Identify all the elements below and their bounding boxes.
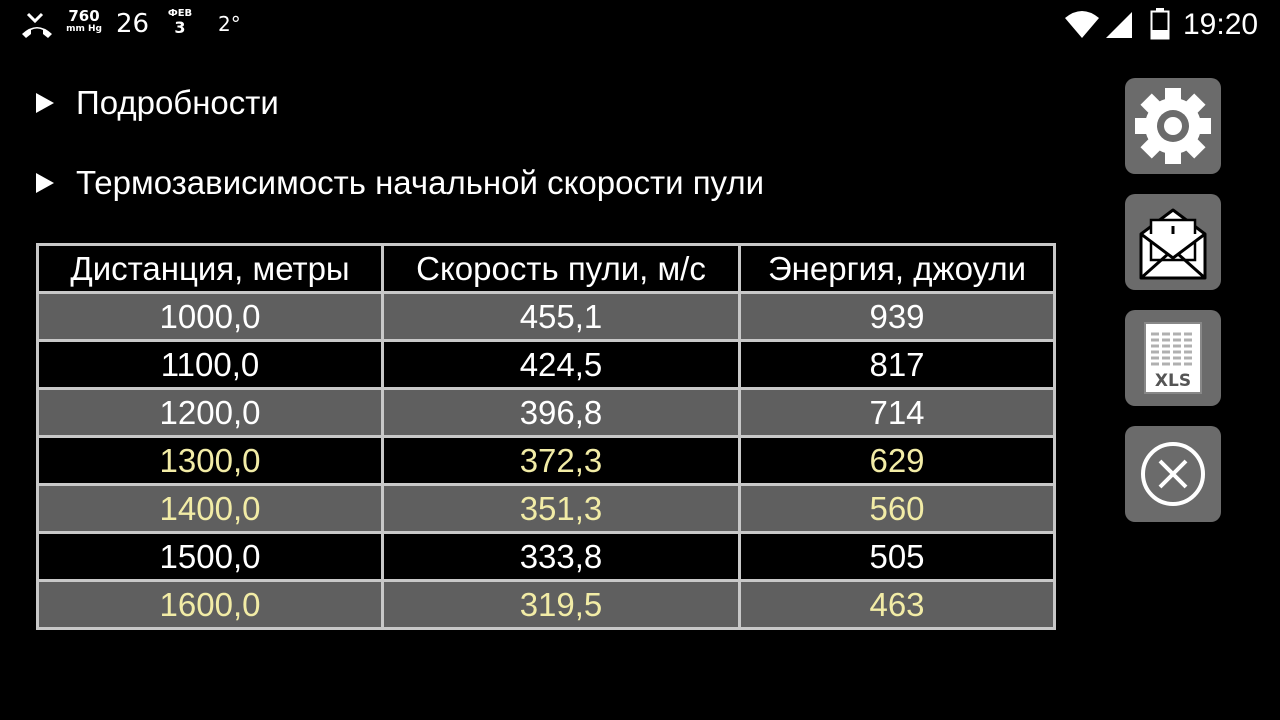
cell-energy: 939 — [738, 291, 1056, 342]
weather-degree: 2° — [218, 12, 241, 36]
cell-distance: 1600,0 — [36, 579, 384, 630]
cell-distance: 1300,0 — [36, 435, 384, 486]
table-row: 1200,0 396,8 714 — [36, 387, 1056, 438]
cell-energy: 629 — [738, 435, 1056, 486]
header-distance: Дистанция, метры — [36, 243, 384, 294]
table-row: 1100,0 424,5 817 — [36, 339, 1056, 390]
table-row: 1000,0 455,1 939 — [36, 291, 1056, 342]
cell-distance: 1100,0 — [36, 339, 384, 390]
cell-energy: 560 — [738, 483, 1056, 534]
pressure-unit: mm Hg — [66, 24, 102, 34]
close-icon — [1141, 442, 1205, 506]
table-header-row: Дистанция, метры Скорость пули, м/с Энер… — [36, 243, 1056, 294]
status-bar: 760 mm Hg 26 ФЕВ 3 2° 19:20 — [0, 0, 1280, 50]
cell-energy: 463 — [738, 579, 1056, 630]
missed-call-icon — [20, 10, 54, 40]
xls-label: XLS — [1155, 371, 1191, 391]
section-details-label: Подробности — [76, 84, 279, 121]
battery-icon — [1150, 8, 1170, 40]
table-body: 1000,0 455,1 939 1100,0 424,5 817 1200,0 396,8 7… — [36, 291, 1056, 630]
cell-speed: 351,3 — [381, 483, 741, 534]
pressure-value: 760 — [68, 7, 100, 25]
settings-button[interactable] — [1125, 78, 1221, 174]
cell-speed: 455,1 — [381, 291, 741, 342]
pressure-indicator: 760 mm Hg — [64, 9, 104, 34]
cell-distance: 1500,0 — [36, 531, 384, 582]
cell-speed: 396,8 — [381, 387, 741, 438]
temperature-indicator: 26 — [116, 9, 150, 39]
xls-icon: XLS — [1144, 322, 1202, 394]
cell-distance: 1200,0 — [36, 387, 384, 438]
signal-icon — [1104, 10, 1134, 40]
wifi-icon — [1064, 10, 1100, 40]
header-energy: Энергия, джоули — [738, 243, 1056, 294]
header-speed: Скорость пули, м/с — [381, 243, 741, 294]
cell-speed: 319,5 — [381, 579, 741, 630]
gear-icon — [1135, 88, 1211, 164]
cell-distance: 1000,0 — [36, 291, 384, 342]
section-temperature-label: Термозависимость начальной скорости пули — [76, 164, 765, 201]
table-row: 1500,0 333,8 505 — [36, 531, 1056, 582]
date-day: 3 — [174, 18, 186, 37]
expand-arrow-icon — [36, 93, 54, 113]
section-details[interactable]: Подробности — [36, 84, 279, 122]
cell-distance: 1400,0 — [36, 483, 384, 534]
cell-speed: 333,8 — [381, 531, 741, 582]
cell-speed: 424,5 — [381, 339, 741, 390]
app-screen: 760 mm Hg 26 ФЕВ 3 2° 19:20 Подробности … — [0, 0, 1280, 720]
xls-export-button[interactable]: XLS — [1125, 310, 1221, 406]
section-temperature-dependence[interactable]: Термозависимость начальной скорости пули — [36, 164, 764, 202]
table-row: 1400,0 351,3 560 — [36, 483, 1056, 534]
table-row: 1600,0 319,5 463 — [36, 579, 1056, 630]
ballistics-table: Дистанция, метры Скорость пули, м/с Энер… — [36, 243, 1056, 630]
expand-arrow-icon — [36, 173, 54, 193]
cell-energy: 714 — [738, 387, 1056, 438]
cell-energy: 817 — [738, 339, 1056, 390]
table-row: 1300,0 372,3 629 — [36, 435, 1056, 486]
mail-download-icon — [1139, 208, 1207, 280]
cell-speed: 372,3 — [381, 435, 741, 486]
email-export-button[interactable] — [1125, 194, 1221, 290]
clock: 19:20 — [1183, 8, 1259, 41]
close-button[interactable] — [1125, 426, 1221, 522]
cell-energy: 505 — [738, 531, 1056, 582]
date-indicator: ФЕВ 3 — [160, 9, 200, 36]
